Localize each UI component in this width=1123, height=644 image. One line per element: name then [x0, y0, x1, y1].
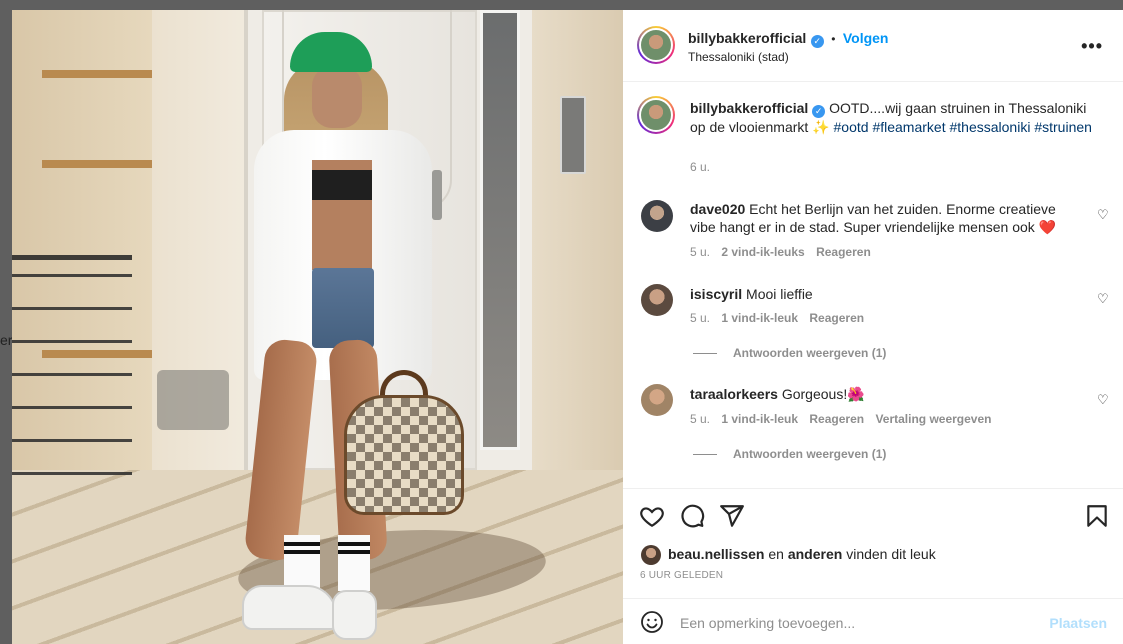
comment-meta: 5 u. 1 vind-ik-leuk Reageren — [690, 311, 864, 325]
figure-top — [312, 170, 372, 200]
view-replies-label: Antwoorden weergeven (1) — [733, 447, 887, 461]
heart-icon[interactable]: ♡ — [1097, 392, 1109, 407]
comment-time[interactable]: 5 u. — [690, 245, 710, 259]
liker-avatar[interactable] — [641, 545, 661, 565]
comment-icon[interactable] — [679, 503, 705, 529]
post-date[interactable]: 6 UUR GELEDEN — [640, 570, 723, 581]
wall-band — [42, 160, 152, 168]
verified-badge-icon: ✓ — [812, 105, 826, 118]
reply-button[interactable]: Reageren — [809, 311, 864, 325]
sock-stripe — [338, 550, 370, 554]
figure-face — [312, 66, 362, 128]
follow-button[interactable]: Volgen — [843, 30, 889, 46]
reply-button[interactable]: Reageren — [809, 412, 864, 426]
comment-text: Echt het Berlijn van het zuiden. Enorme … — [690, 201, 1057, 235]
comment-likes[interactable]: 2 vind-ik-leuks — [721, 245, 804, 259]
caption-time[interactable]: 6 u. — [690, 160, 710, 174]
header-title-row: billybakkerofficial ✓ • Volgen — [688, 30, 888, 48]
post-comment-button[interactable]: Plaatsen — [1049, 615, 1107, 631]
liker-username[interactable]: beau.nellissen — [668, 546, 764, 562]
share-icon[interactable] — [719, 503, 745, 529]
caption-avatar[interactable] — [637, 96, 675, 134]
bookmark-icon[interactable] — [1084, 503, 1110, 529]
photo-intercom — [560, 96, 586, 174]
post-photo[interactable] — [12, 10, 623, 644]
post-header: billybakkerofficial ✓ • Volgen Thessalon… — [623, 10, 1123, 82]
photo-railing — [12, 255, 132, 505]
door-handle — [432, 170, 442, 220]
likes-suffix: vinden dit leuk — [846, 546, 936, 562]
comment-likes[interactable]: 1 vind-ik-leuk — [721, 412, 798, 426]
wall-stain — [157, 370, 229, 430]
photo-glass — [480, 10, 520, 450]
add-comment-bar: Een opmerking toevoegen... Plaatsen — [623, 598, 1123, 644]
hashtag[interactable]: #fleamarket — [872, 119, 945, 135]
backdrop-partial-text: er — [0, 332, 13, 348]
author-username[interactable]: billybakkerofficial — [688, 30, 806, 46]
comment-avatar[interactable] — [641, 200, 673, 232]
view-replies-label: Antwoorden weergeven (1) — [733, 346, 887, 360]
comment-meta: 5 u. 2 vind-ik-leuks Reageren — [690, 245, 871, 259]
author-avatar[interactable] — [637, 26, 675, 64]
likes-middle: en — [768, 546, 784, 562]
comment-username[interactable]: taraalorkeers — [690, 386, 778, 402]
comment-avatar[interactable] — [641, 284, 673, 316]
comment-input[interactable]: Een opmerking toevoegen... — [680, 615, 855, 631]
caption: billybakkerofficial ✓ OOTD....wij gaan s… — [690, 99, 1100, 136]
figure-shoe — [242, 585, 337, 630]
verified-badge-icon: ✓ — [810, 35, 824, 48]
comment-meta: 5 u. 1 vind-ik-leuk Reageren Vertaling w… — [690, 412, 992, 426]
emoji-icon[interactable] — [640, 610, 664, 634]
comment-likes[interactable]: 1 vind-ik-leuk — [721, 311, 798, 325]
figure-shorts — [312, 268, 374, 348]
comment: taraalorkeers Gorgeous!🌺 — [690, 385, 865, 403]
comment-time[interactable]: 5 u. — [690, 311, 710, 325]
view-replies-button[interactable]: Antwoorden weergeven (1) — [693, 346, 886, 360]
reply-button[interactable]: Reageren — [816, 245, 871, 259]
post-sidebar: billybakkerofficial ✓ • Volgen Thessalon… — [623, 10, 1123, 644]
heart-icon[interactable] — [639, 503, 665, 529]
translate-button[interactable]: Vertaling weergeven — [875, 412, 991, 426]
comment-text: Mooi lieffie — [746, 286, 813, 302]
view-replies-button[interactable]: Antwoorden weergeven (1) — [693, 447, 886, 461]
heart-icon[interactable]: ♡ — [1097, 291, 1109, 306]
comment: dave020 Echt het Berlijn van het zuiden.… — [690, 200, 1085, 236]
sock-stripe — [284, 550, 320, 554]
post-actions — [623, 488, 1123, 548]
more-horizontal-icon[interactable]: ••• — [1081, 36, 1103, 57]
replies-line — [693, 454, 717, 456]
sock-stripe — [338, 542, 370, 546]
likes-summary: beau.nellissen en anderen vinden dit leu… — [668, 546, 936, 562]
comment-time[interactable]: 5 u. — [690, 412, 710, 426]
comment: isiscyril Mooi lieffie — [690, 285, 813, 303]
comment-text: Gorgeous!🌺 — [781, 386, 865, 402]
replies-line — [693, 353, 717, 355]
post-location[interactable]: Thessaloniki (stad) — [688, 50, 789, 64]
sock-stripe — [284, 542, 320, 546]
hashtag[interactable]: #thessaloniki — [950, 119, 1031, 135]
comment-username[interactable]: isiscyril — [690, 286, 742, 302]
header-separator: • — [831, 32, 836, 46]
comment-avatar[interactable] — [641, 384, 673, 416]
photo-wall-right — [532, 10, 623, 480]
heart-icon[interactable]: ♡ — [1097, 207, 1109, 222]
comment-username[interactable]: dave020 — [690, 201, 745, 217]
likes-others[interactable]: anderen — [788, 546, 842, 562]
figure-shoe — [332, 590, 377, 640]
figure-bag — [344, 395, 464, 515]
caption-username[interactable]: billybakkerofficial — [690, 100, 808, 116]
hashtag[interactable]: #ootd — [834, 119, 869, 135]
wall-band — [42, 70, 152, 78]
hashtag[interactable]: #struinen — [1034, 119, 1092, 135]
